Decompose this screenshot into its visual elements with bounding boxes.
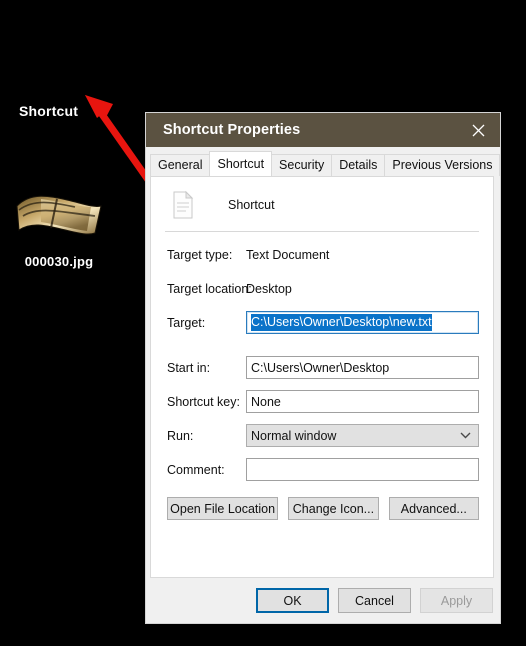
open-file-location-button[interactable]: Open File Location [167,497,279,520]
value-target-type: Text Document [246,247,330,262]
panel-heading-row: Shortcut [151,177,493,220]
label-run: Run: [167,428,194,443]
panel-action-buttons: Open File Location Change Icon... Advanc… [151,497,493,520]
dialog-tabstrip: General Shortcut Security Details Previo… [146,147,501,176]
desktop-icon-filename: 000030.jpg [24,254,94,269]
cancel-button[interactable]: Cancel [338,588,411,613]
row-target: Target: C:\Users\Owner\Desktop\new.txt [151,311,493,334]
tab-previous-versions[interactable]: Previous Versions [384,154,501,176]
tab-general[interactable]: General [150,154,211,176]
shortcut-key-input[interactable]: None [246,390,479,413]
value-target-location: Desktop [246,281,292,296]
advanced-button[interactable]: Advanced... [388,497,479,520]
label-start-in: Start in: [167,360,211,375]
close-icon[interactable] [456,113,500,147]
tab-shortcut[interactable]: Shortcut [209,151,273,176]
row-comment: Comment: [151,458,493,481]
shortcut-tab-panel: Shortcut Target type: Text Document Targ… [150,176,494,578]
change-icon-button[interactable]: Change Icon... [288,497,379,520]
shortcut-file-icon [167,189,199,221]
label-comment: Comment: [167,462,225,477]
dialog-title: Shortcut Properties [163,122,301,138]
apply-button: Apply [420,588,493,613]
target-input[interactable]: C:\Users\Owner\Desktop\new.txt [246,311,479,334]
panel-heading-text: Shortcut [228,198,275,212]
dialog-footer: OK Cancel Apply [146,578,500,623]
dialog-titlebar[interactable]: Shortcut Properties [146,113,500,147]
label-target-location: Target location: [167,281,252,296]
shortcut-key-input-value: None [251,394,281,409]
windows-flag-thumbnail [5,186,113,248]
desktop-icon-000030[interactable]: 000030.jpg [5,186,113,269]
tab-security[interactable]: Security [271,154,333,176]
shortcut-properties-dialog: Shortcut Properties General Shortcut Sec… [146,113,501,623]
row-run: Run: Normal window [151,424,493,447]
panel-divider [165,231,479,232]
row-shortcut-key: Shortcut key: None [151,390,493,413]
start-in-input-value: C:\Users\Owner\Desktop [251,360,390,375]
run-select-value: Normal window [251,428,337,443]
start-in-input[interactable]: C:\Users\Owner\Desktop [246,356,479,379]
annotation-label-shortcut: Shortcut [19,103,79,119]
run-select[interactable]: Normal window [246,424,479,447]
comment-input[interactable] [246,458,479,481]
label-target-type: Target type: [167,247,233,262]
row-start-in: Start in: C:\Users\Owner\Desktop [151,356,493,379]
row-target-location: Target location: Desktop [151,277,493,300]
row-target-type: Target type: Text Document [151,243,493,266]
label-target: Target: [167,315,206,330]
label-shortcut-key: Shortcut key: [167,394,240,409]
ok-button[interactable]: OK [256,588,329,613]
tab-details[interactable]: Details [331,154,386,176]
target-input-value: C:\Users\Owner\Desktop\new.txt [251,314,432,331]
chevron-down-icon[interactable] [452,425,478,446]
